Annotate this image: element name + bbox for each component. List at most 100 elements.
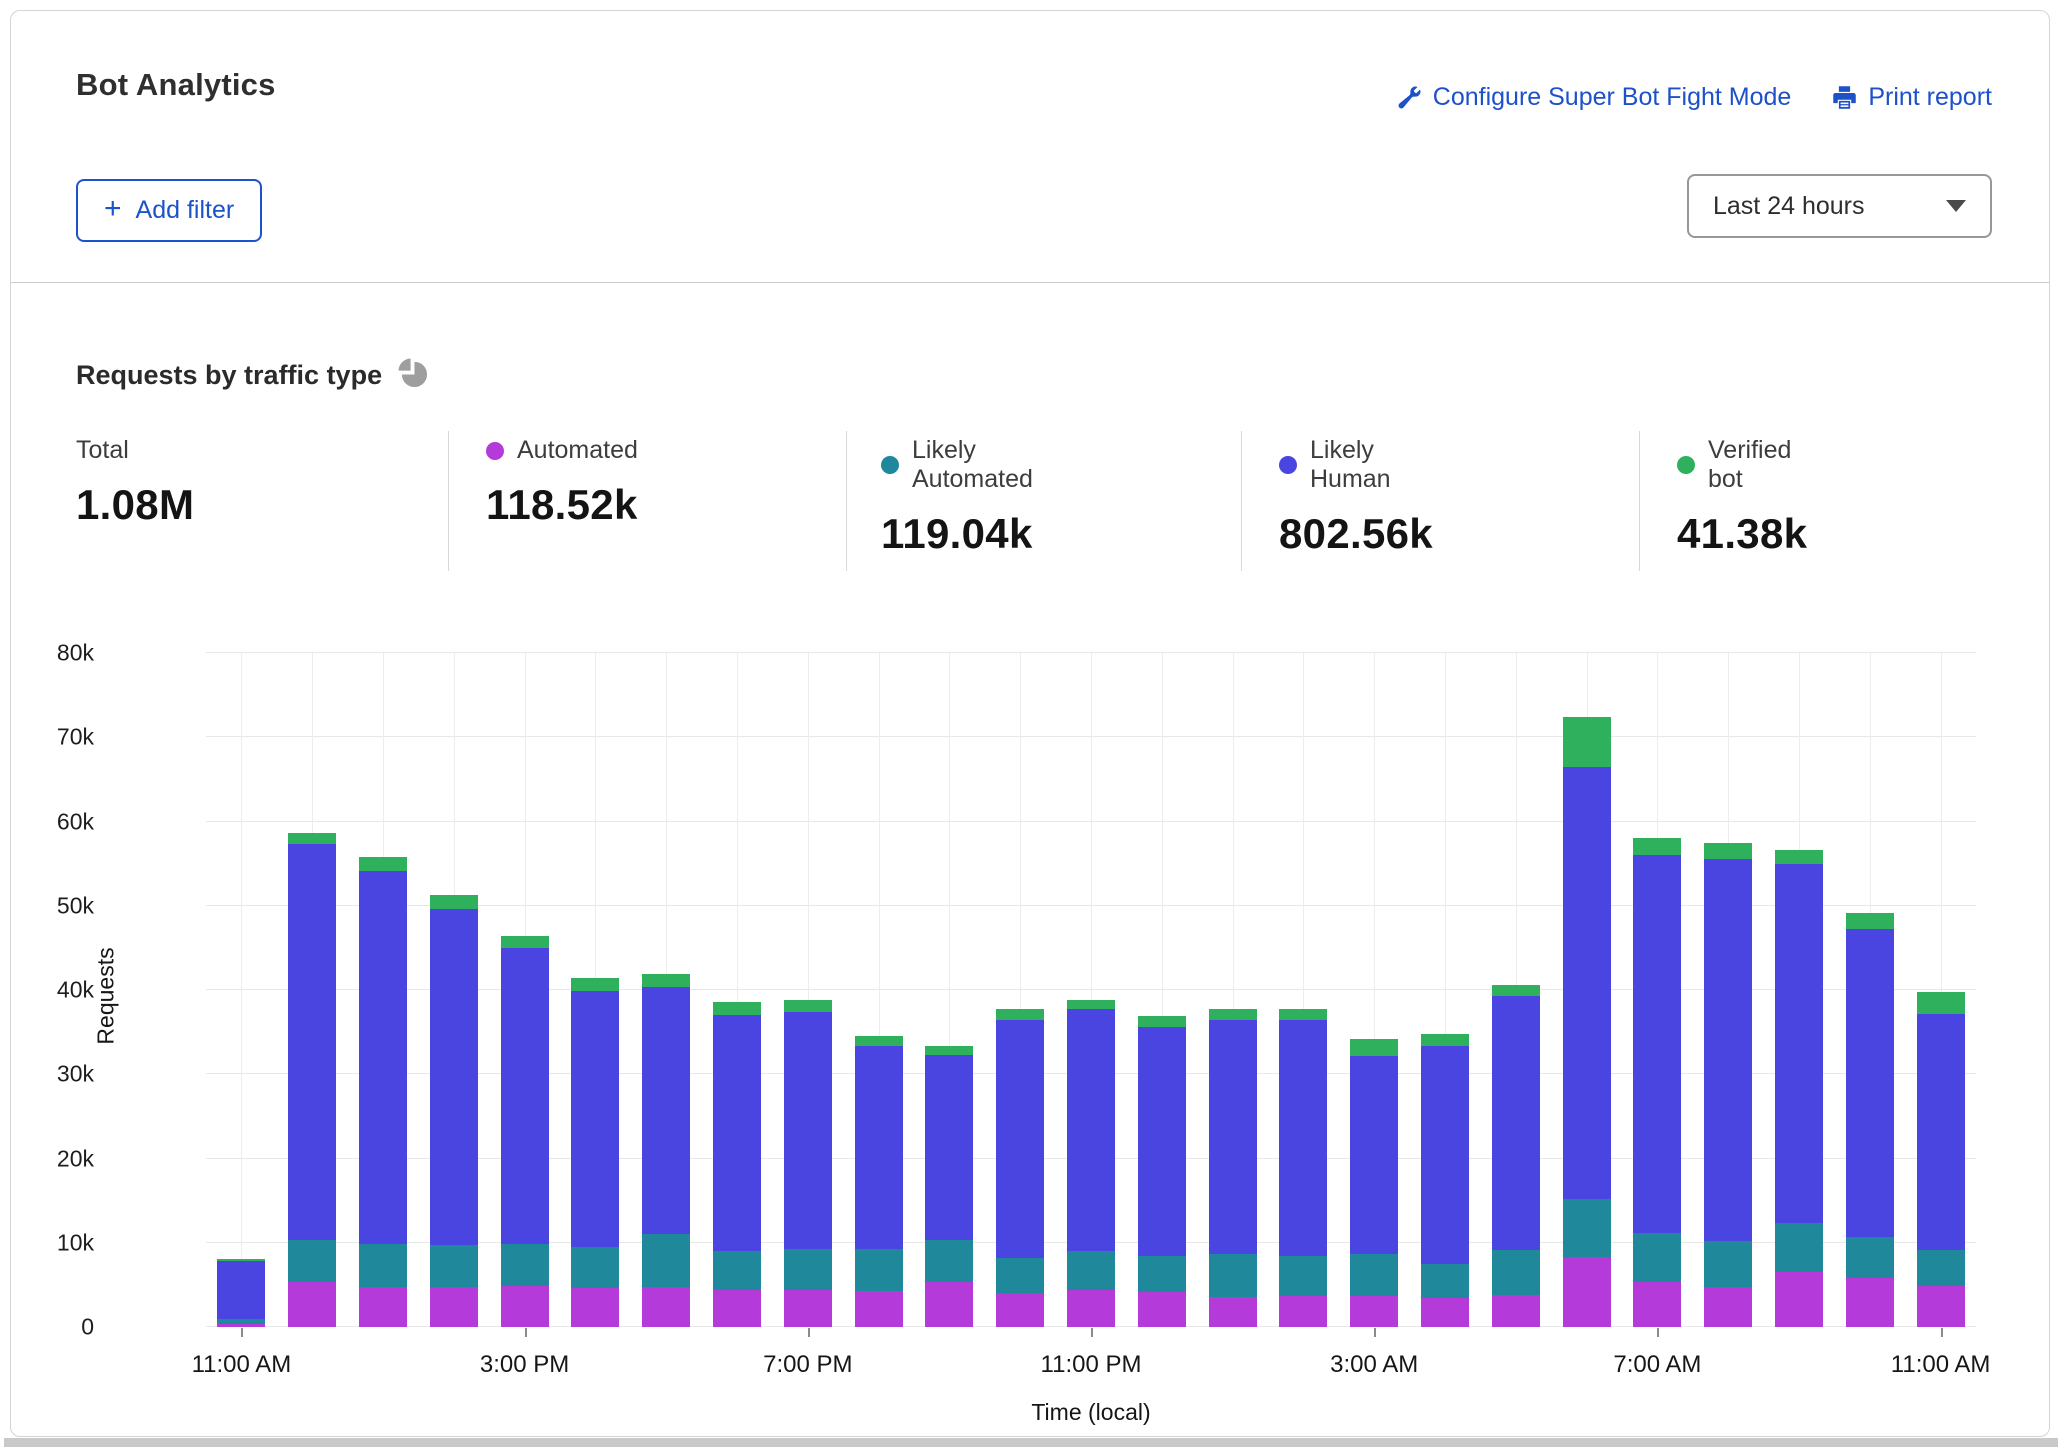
stacked-bar-22[interactable] bbox=[1775, 850, 1823, 1327]
print-report-link[interactable]: Print report bbox=[1831, 83, 1992, 112]
stat-automated[interactable]: Automated118.52k bbox=[486, 436, 638, 529]
bar-segment-verified-bot[interactable] bbox=[288, 833, 336, 844]
stacked-bar-24[interactable] bbox=[1917, 992, 1965, 1327]
stacked-bar-0[interactable] bbox=[217, 1259, 265, 1327]
bar-segment-likely-automated[interactable] bbox=[1421, 1264, 1469, 1298]
bar-segment-automated[interactable] bbox=[501, 1286, 549, 1327]
bar-segment-verified-bot[interactable] bbox=[996, 1009, 1044, 1020]
bar-segment-likely-automated[interactable] bbox=[1917, 1250, 1965, 1285]
bar-segment-verified-bot[interactable] bbox=[925, 1046, 973, 1055]
bar-segment-likely-human[interactable] bbox=[571, 991, 619, 1247]
bar-segment-verified-bot[interactable] bbox=[1350, 1039, 1398, 1056]
bar-segment-likely-human[interactable] bbox=[855, 1046, 903, 1249]
bar-segment-verified-bot[interactable] bbox=[642, 974, 690, 987]
bar-segment-likely-automated[interactable] bbox=[501, 1244, 549, 1286]
bar-segment-verified-bot[interactable] bbox=[1492, 985, 1540, 996]
stacked-bar-20[interactable] bbox=[1633, 838, 1681, 1327]
bar-segment-likely-human[interactable] bbox=[1492, 996, 1540, 1250]
bar-segment-verified-bot[interactable] bbox=[359, 857, 407, 871]
bar-segment-likely-automated[interactable] bbox=[925, 1240, 973, 1282]
stacked-bar-6[interactable] bbox=[642, 974, 690, 1327]
bar-segment-automated[interactable] bbox=[784, 1290, 832, 1327]
bar-segment-automated[interactable] bbox=[1846, 1278, 1894, 1327]
bar-segment-verified-bot[interactable] bbox=[1775, 850, 1823, 864]
stacked-bar-18[interactable] bbox=[1492, 985, 1540, 1327]
bar-segment-automated[interactable] bbox=[1067, 1290, 1115, 1327]
bar-segment-automated[interactable] bbox=[855, 1291, 903, 1327]
stacked-bar-8[interactable] bbox=[784, 1000, 832, 1327]
bar-segment-likely-automated[interactable] bbox=[996, 1258, 1044, 1293]
bar-segment-automated[interactable] bbox=[1138, 1292, 1186, 1327]
stacked-bar-12[interactable] bbox=[1067, 1000, 1115, 1327]
bar-segment-likely-automated[interactable] bbox=[1704, 1241, 1752, 1286]
bar-segment-automated[interactable] bbox=[1633, 1282, 1681, 1327]
stacked-bar-5[interactable] bbox=[571, 978, 619, 1327]
bar-segment-likely-human[interactable] bbox=[1846, 929, 1894, 1237]
bar-segment-likely-automated[interactable] bbox=[642, 1234, 690, 1286]
bar-segment-automated[interactable] bbox=[1209, 1297, 1257, 1327]
bar-segment-likely-automated[interactable] bbox=[1350, 1254, 1398, 1296]
bar-segment-likely-human[interactable] bbox=[713, 1015, 761, 1251]
stacked-bar-11[interactable] bbox=[996, 1009, 1044, 1327]
bar-segment-verified-bot[interactable] bbox=[1704, 843, 1752, 860]
bar-segment-likely-automated[interactable] bbox=[1633, 1233, 1681, 1283]
bar-segment-likely-automated[interactable] bbox=[430, 1245, 478, 1287]
bar-segment-automated[interactable] bbox=[1350, 1296, 1398, 1327]
bar-segment-automated[interactable] bbox=[713, 1290, 761, 1327]
bar-segment-automated[interactable] bbox=[1421, 1298, 1469, 1327]
bar-segment-likely-automated[interactable] bbox=[1492, 1250, 1540, 1295]
bar-segment-likely-human[interactable] bbox=[1209, 1020, 1257, 1254]
bar-segment-likely-automated[interactable] bbox=[571, 1247, 619, 1288]
bar-segment-automated[interactable] bbox=[1492, 1295, 1540, 1327]
stacked-bar-16[interactable] bbox=[1350, 1039, 1398, 1327]
bar-segment-verified-bot[interactable] bbox=[1633, 838, 1681, 855]
bar-segment-automated[interactable] bbox=[571, 1288, 619, 1327]
stacked-bar-10[interactable] bbox=[925, 1046, 973, 1327]
bar-segment-automated[interactable] bbox=[1775, 1272, 1823, 1327]
bar-segment-likely-human[interactable] bbox=[1350, 1056, 1398, 1254]
bar-segment-likely-human[interactable] bbox=[925, 1055, 973, 1240]
stacked-bar-13[interactable] bbox=[1138, 1016, 1186, 1327]
bar-segment-verified-bot[interactable] bbox=[430, 895, 478, 909]
bar-segment-verified-bot[interactable] bbox=[784, 1000, 832, 1012]
bar-segment-likely-human[interactable] bbox=[1633, 855, 1681, 1232]
bar-segment-automated[interactable] bbox=[1279, 1296, 1327, 1327]
time-range-select[interactable]: Last 24 hours bbox=[1687, 174, 1992, 238]
bar-segment-verified-bot[interactable] bbox=[571, 978, 619, 991]
stacked-bar-17[interactable] bbox=[1421, 1034, 1469, 1327]
bar-segment-likely-human[interactable] bbox=[1563, 767, 1611, 1199]
stacked-bar-9[interactable] bbox=[855, 1036, 903, 1327]
bar-segment-likely-automated[interactable] bbox=[1067, 1251, 1115, 1290]
bar-segment-automated[interactable] bbox=[642, 1287, 690, 1327]
bar-segment-likely-human[interactable] bbox=[642, 987, 690, 1234]
bar-segment-likely-human[interactable] bbox=[430, 909, 478, 1245]
bar-segment-verified-bot[interactable] bbox=[713, 1002, 761, 1015]
bar-segment-verified-bot[interactable] bbox=[501, 936, 549, 948]
bar-segment-automated[interactable] bbox=[925, 1282, 973, 1327]
bar-segment-automated[interactable] bbox=[430, 1287, 478, 1327]
bar-segment-automated[interactable] bbox=[1917, 1286, 1965, 1327]
bar-segment-likely-automated[interactable] bbox=[1775, 1223, 1823, 1273]
bar-segment-likely-human[interactable] bbox=[996, 1020, 1044, 1258]
bar-segment-verified-bot[interactable] bbox=[1846, 913, 1894, 929]
bar-segment-automated[interactable] bbox=[288, 1282, 336, 1327]
bar-segment-automated[interactable] bbox=[996, 1293, 1044, 1327]
bar-segment-verified-bot[interactable] bbox=[1563, 717, 1611, 767]
bar-segment-likely-automated[interactable] bbox=[713, 1251, 761, 1290]
stacked-bar-1[interactable] bbox=[288, 833, 336, 1327]
stacked-bar-23[interactable] bbox=[1846, 913, 1894, 1327]
stacked-bar-2[interactable] bbox=[359, 857, 407, 1327]
stacked-bar-14[interactable] bbox=[1209, 1009, 1257, 1327]
bar-segment-likely-automated[interactable] bbox=[1563, 1199, 1611, 1257]
stacked-bar-21[interactable] bbox=[1704, 843, 1752, 1327]
bar-segment-automated[interactable] bbox=[359, 1287, 407, 1327]
bar-segment-likely-human[interactable] bbox=[1138, 1027, 1186, 1256]
bar-segment-likely-automated[interactable] bbox=[288, 1240, 336, 1282]
bar-segment-likely-automated[interactable] bbox=[359, 1244, 407, 1288]
stacked-bar-19[interactable] bbox=[1563, 717, 1611, 1327]
stacked-bar-15[interactable] bbox=[1279, 1009, 1327, 1327]
bar-segment-likely-human[interactable] bbox=[288, 844, 336, 1240]
stat-likely-human[interactable]: Likely Human802.56k bbox=[1279, 436, 1433, 558]
bar-segment-likely-human[interactable] bbox=[359, 871, 407, 1243]
bar-segment-likely-human[interactable] bbox=[217, 1261, 265, 1319]
